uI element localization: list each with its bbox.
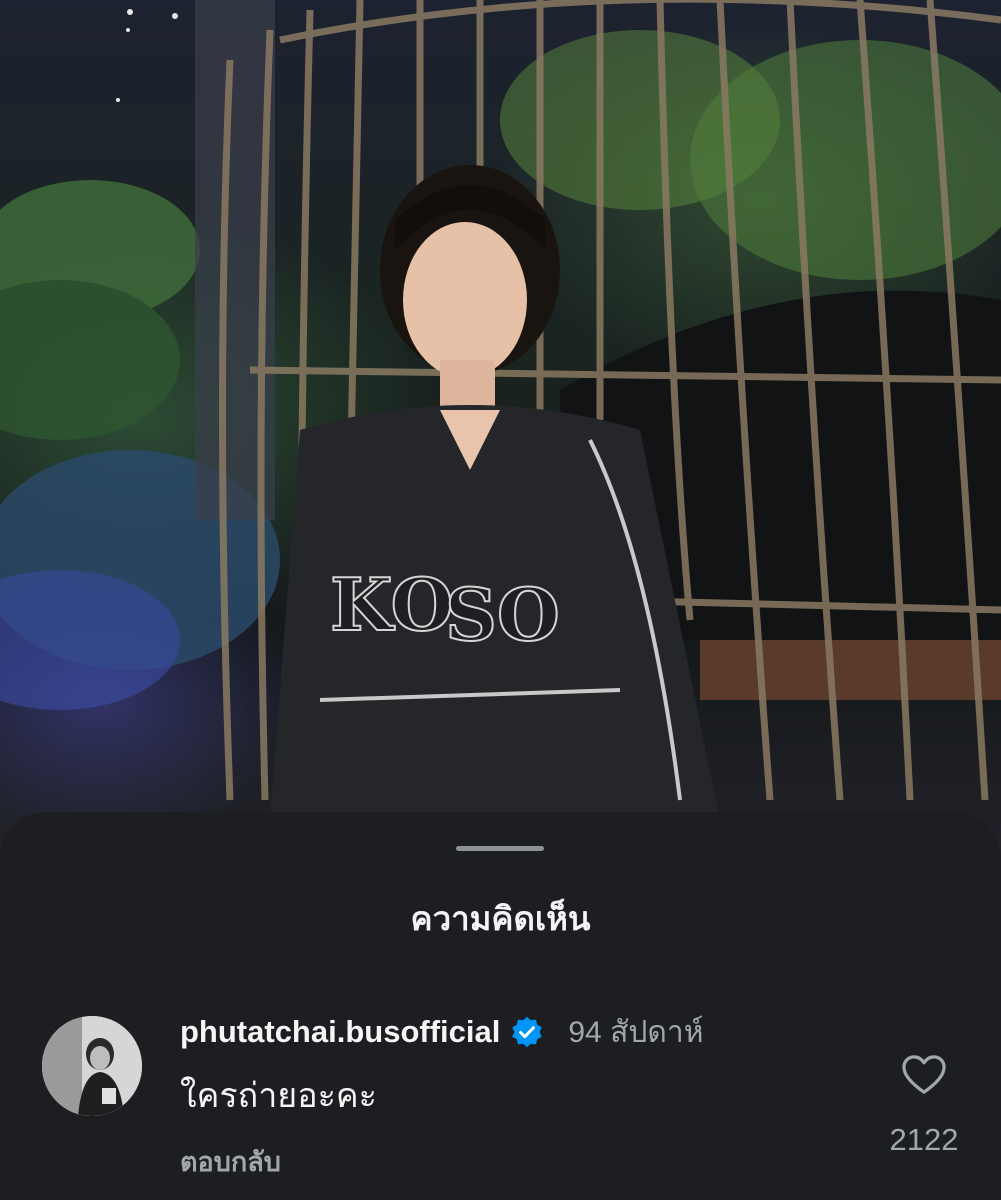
avatar-image — [42, 1016, 142, 1116]
heart-outline-icon[interactable] — [901, 1054, 947, 1096]
like-count: 2122 — [889, 1122, 959, 1157]
svg-text:KO: KO — [330, 562, 453, 647]
comment-item: phutatchai.busofficial 94 สัปดาห์ ใครถ่า… — [0, 1010, 1001, 1180]
comment-text: ใครถ่ายอะคะ — [180, 1076, 377, 1116]
post-photo: KO SO — [0, 0, 1001, 860]
reply-button[interactable]: ตอบกลับ — [180, 1140, 281, 1183]
comment-timestamp: 94 สัปดาห์ — [568, 1015, 704, 1049]
like-control: 2122 — [872, 1054, 976, 1158]
comment-header: phutatchai.busofficial 94 สัปดาห์ — [180, 1010, 704, 1054]
screen: KO SO ความคิดเห็น phutatchai.busofficial… — [0, 0, 1001, 1200]
verified-badge-icon — [512, 1016, 543, 1048]
comments-sheet: ความคิดเห็น phutatchai.busofficial 94 สั… — [0, 812, 1001, 1200]
sheet-title: ความคิดเห็น — [410, 899, 591, 938]
photo-illustration: KO SO — [0, 0, 1001, 820]
comment-username[interactable]: phutatchai.busofficial — [180, 1014, 500, 1050]
drag-handle[interactable] — [456, 846, 544, 851]
avatar[interactable] — [42, 1016, 142, 1116]
svg-text:SO: SO — [445, 572, 560, 657]
